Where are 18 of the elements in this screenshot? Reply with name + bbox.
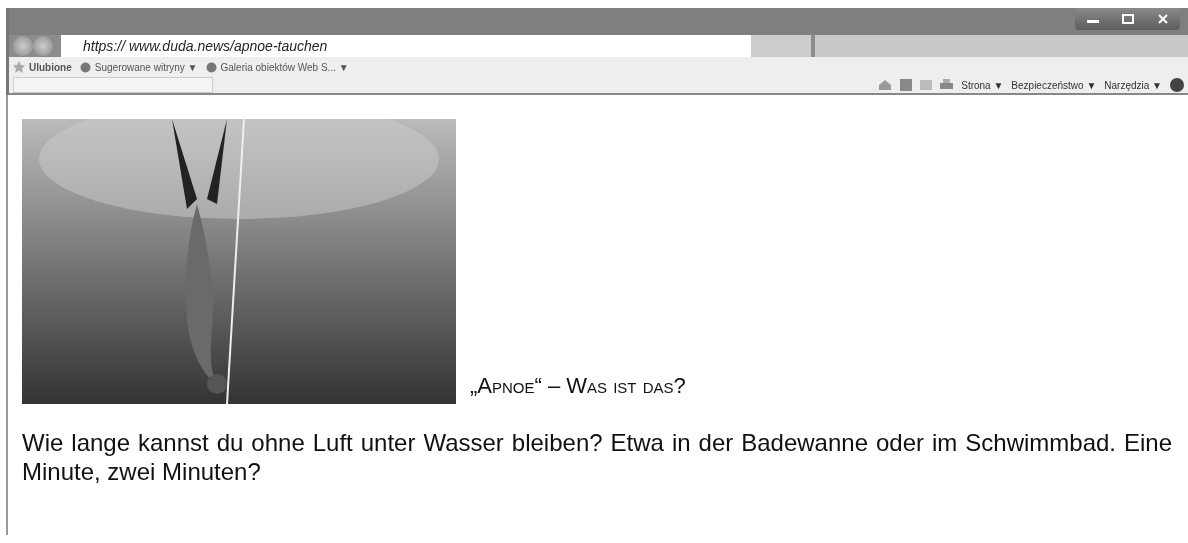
forward-button[interactable] (33, 36, 53, 56)
favorite-link[interactable]: Galeria obiektów Web S... ▼ (220, 59, 349, 75)
favorite-link[interactable]: Sugerowane witryny ▼ (94, 59, 198, 75)
article-paragraph: Wie lange kannst du ohne Luft unter Wasser bleiben? Etwa in der Badewanne oder im Schwimmbad. Eine Minute, zwei Minuten? (22, 428, 1172, 486)
search-field[interactable] (815, 35, 1188, 57)
close-icon[interactable] (1158, 14, 1169, 24)
command-menu[interactable]: Narzędzia ▼ (1104, 77, 1162, 93)
address-bar[interactable]: https:// www.duda.news/apnoe-tauchen (61, 35, 751, 57)
home-icon[interactable] (878, 79, 893, 91)
window-controls[interactable] (1075, 8, 1180, 30)
article-heading: „Apnoe“ – Was ist das? (470, 372, 686, 400)
maximize-icon[interactable] (1122, 14, 1135, 24)
command-menu[interactable]: Bezpieczeństwo ▼ (1011, 77, 1097, 93)
favorites-button[interactable]: Ulubione (29, 59, 72, 75)
back-button[interactable] (13, 36, 33, 56)
printer-icon[interactable] (940, 79, 954, 91)
star-icon (13, 61, 25, 73)
command-menu[interactable]: Strona ▼ (961, 77, 1004, 93)
